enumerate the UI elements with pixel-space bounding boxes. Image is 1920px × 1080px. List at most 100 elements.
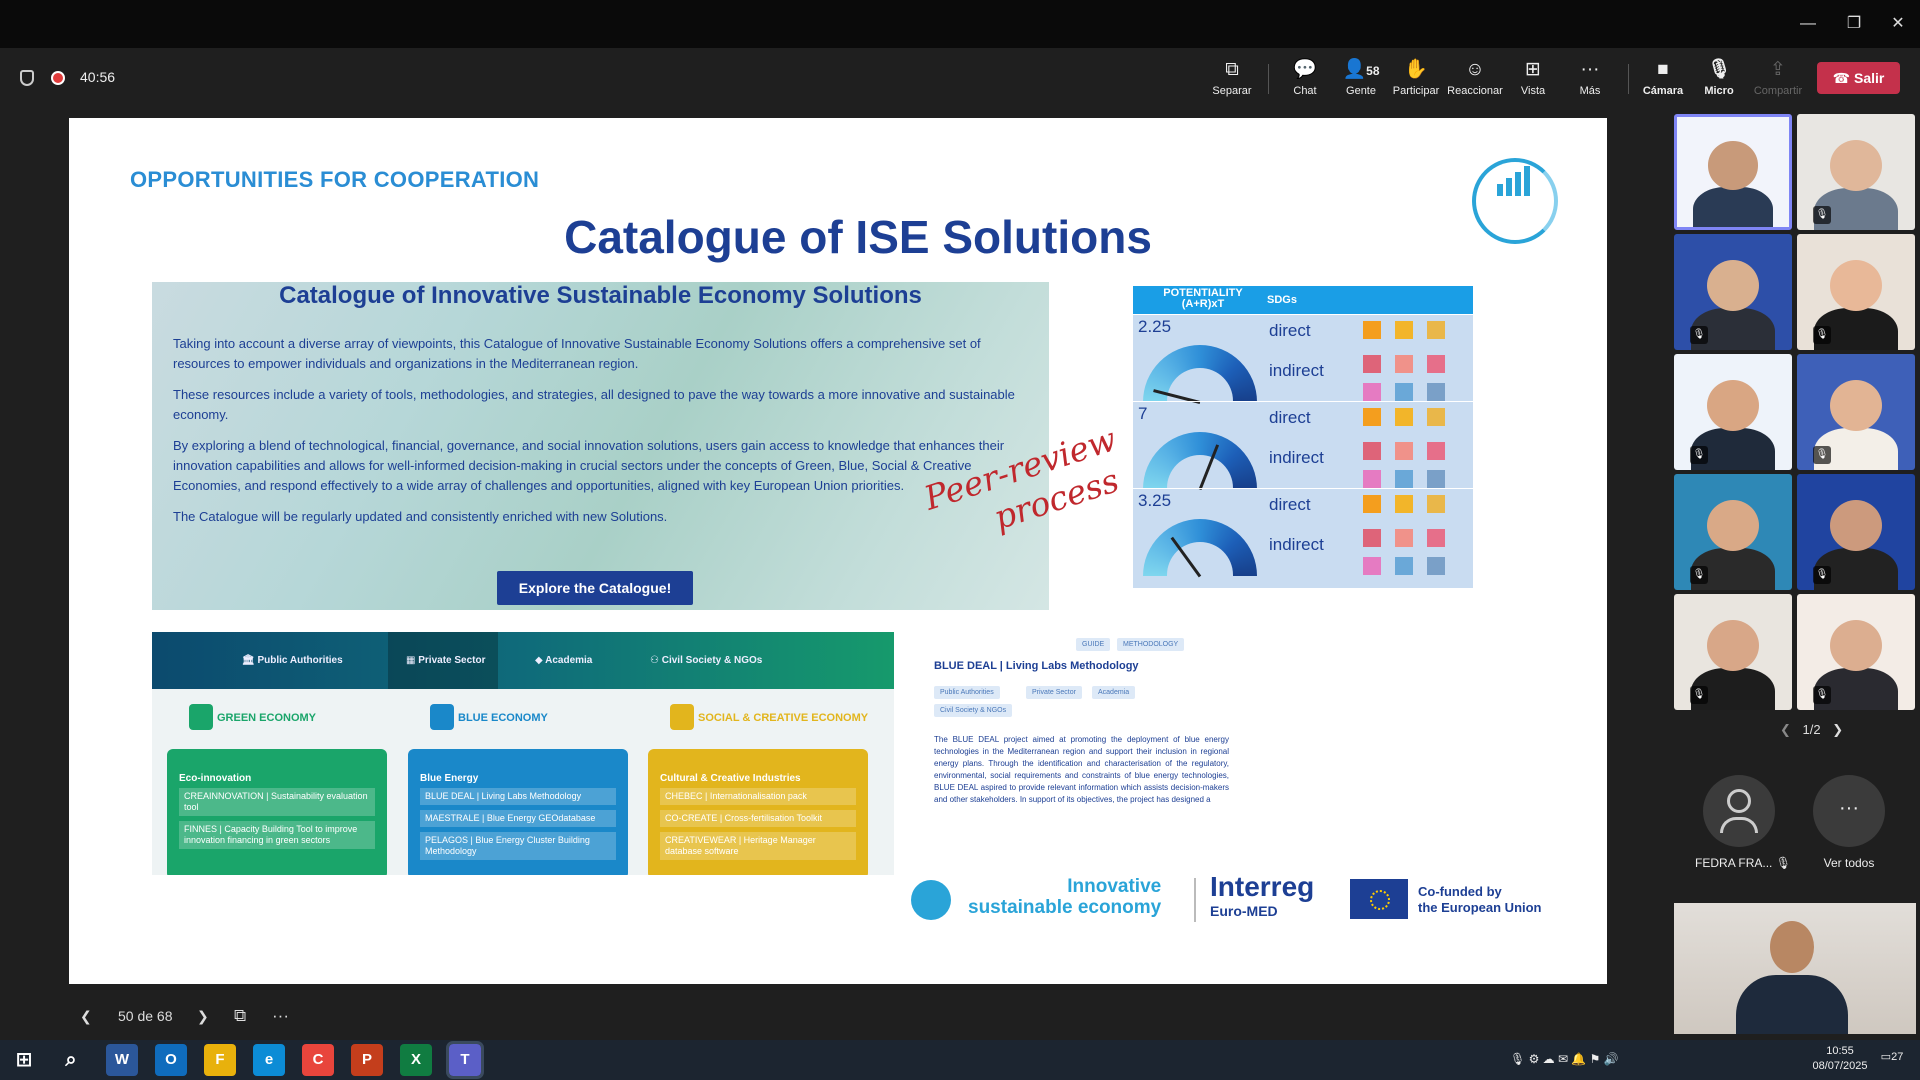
next-slide-button[interactable]: ❯: [197, 1004, 209, 1028]
economy-icon: [189, 704, 213, 730]
sdg-row: 2.25 direct indirect: [1133, 314, 1473, 404]
sdg-indirect-label: indirect: [1269, 361, 1324, 380]
sdg-indirect-label: indirect: [1269, 448, 1324, 467]
chat-button[interactable]: 💬 Chat: [1283, 58, 1327, 102]
tag-guide: GUIDE: [1076, 638, 1111, 651]
search-icon[interactable]: ⌕: [55, 1044, 87, 1076]
notifications-badge[interactable]: ▭27: [1877, 1050, 1907, 1065]
word-icon[interactable]: W: [106, 1044, 138, 1076]
react-button[interactable]: ☺ Reaccionar: [1447, 58, 1503, 102]
mic-button[interactable]: 🎙 Micro: [1696, 58, 1742, 102]
tag-civil-society: Civil Society & NGOs: [934, 704, 1013, 717]
tab-public-authorities: 🏛 Public Authorities: [242, 655, 343, 666]
see-all-button[interactable]: ···: [1813, 775, 1885, 847]
leave-button[interactable]: ☎ Salir: [1817, 62, 1900, 94]
potentiality-score: 2.25: [1138, 317, 1172, 336]
system-tray-icons[interactable]: 🎙 ⚙ ☁ ✉ 🔔 ⚑ 🔊: [1510, 1052, 1619, 1067]
outlook-icon[interactable]: O: [155, 1044, 187, 1076]
chevron-left-icon[interactable]: ❮: [1780, 722, 1791, 737]
slide-eyebrow: OPPORTUNITIES FOR COOPERATION: [130, 167, 540, 192]
eu-cofunded-text: Co-funded by the European Union: [1418, 884, 1542, 915]
restore-icon[interactable]: ❐: [1842, 12, 1866, 36]
ise-wordmark: Innovative sustainable economy: [968, 876, 1162, 918]
toolbar-divider: [1268, 64, 1269, 94]
separar-button[interactable]: ⧉ Separar: [1210, 58, 1254, 102]
tab-civil-society: ⚇ Civil Society & NGOs: [650, 655, 763, 666]
sdg-icon: [1363, 408, 1381, 426]
mic-off-icon: 🎙: [1813, 566, 1831, 584]
participant-tile[interactable]: 🎙: [1674, 234, 1792, 350]
explore-catalogue-button: Explore the Catalogue!: [497, 571, 693, 605]
edge-icon[interactable]: e: [253, 1044, 285, 1076]
participant-tile[interactable]: 🎙: [1797, 594, 1915, 710]
solution-item: MAESTRALE | Blue Energy GEOdatabase: [420, 810, 616, 827]
participant-tile[interactable]: 🎙: [1674, 474, 1792, 590]
slide-overview-button[interactable]: ⧉: [234, 1004, 246, 1028]
powerpoint-icon[interactable]: P: [351, 1044, 383, 1076]
economy-icon: [430, 704, 454, 730]
raise-hand-button[interactable]: ✋ Participar: [1390, 58, 1442, 102]
economy-card: Blue Energy BLUE DEAL | Living Labs Metho…: [408, 749, 628, 875]
sdg-table-header: POTENTIALITY (A+R)xT SDGs: [1133, 286, 1473, 314]
participant-tile[interactable]: 🎙: [1797, 234, 1915, 350]
share-button[interactable]: ⇪ Compartir: [1750, 58, 1806, 102]
minimize-icon[interactable]: —: [1796, 12, 1820, 36]
camera-icon: ■: [1657, 59, 1669, 80]
chevron-right-icon[interactable]: ❯: [1832, 722, 1843, 737]
sdgs-header: SDGs: [1267, 294, 1297, 306]
slides-grid-icon: ⧉: [234, 1006, 247, 1025]
solution-item: FINNES | Capacity Building Tool to impro…: [179, 821, 375, 849]
participant-tile[interactable]: 🎙: [1797, 354, 1915, 470]
slide-counter: 50 de 68: [118, 1008, 173, 1024]
file-explorer-icon[interactable]: F: [204, 1044, 236, 1076]
teams-icon[interactable]: T: [446, 1041, 484, 1079]
participant-tile[interactable]: 🎙: [1797, 114, 1915, 230]
phone-hangup-icon: ☎: [1832, 70, 1851, 86]
shield-icon: [20, 70, 34, 86]
interreg-wordmark: Interreg: [1210, 871, 1315, 902]
participant-tile[interactable]: [1674, 114, 1792, 230]
blue-deal-preview: GUIDE METHODOLOGY BLUE DEAL | Living Lab…: [934, 628, 1234, 828]
windows-start-icon[interactable]: ⊞: [8, 1044, 40, 1076]
sdg-icon: [1427, 470, 1445, 488]
economy-title: BLUE ECONOMY: [458, 712, 548, 724]
mic-off-icon: 🎙: [1813, 686, 1831, 704]
tag-private-sector: Private Sector: [1026, 686, 1082, 699]
chrome-icon[interactable]: C: [302, 1044, 334, 1076]
sdg-icon: [1363, 470, 1381, 488]
view-button[interactable]: ⊞ Vista: [1511, 58, 1555, 102]
camera-button[interactable]: ■ Cámara: [1640, 58, 1686, 102]
participant-tile[interactable]: 🎙: [1674, 594, 1792, 710]
participant-tile[interactable]: 🎙: [1797, 474, 1915, 590]
sdg-icon: [1395, 470, 1413, 488]
sdg-icon: [1395, 442, 1413, 460]
mic-off-icon: 🎙: [1690, 446, 1708, 464]
participant-name: FEDRA FRA... 🎙: [1695, 856, 1791, 870]
close-icon[interactable]: ✕: [1886, 12, 1910, 36]
solution-item: CHEBEC | Internationalisation pack: [660, 788, 856, 805]
sdg-direct-label: direct: [1269, 408, 1311, 427]
participant-tile[interactable]: 🎙: [1674, 354, 1792, 470]
participant-avatar[interactable]: [1703, 775, 1775, 847]
sdg-icon: [1427, 321, 1445, 339]
sdg-icon: [1363, 355, 1381, 373]
people-button[interactable]: 👤58 Gente: [1336, 58, 1386, 102]
taskbar-clock[interactable]: 10:55 08/07/2025: [1810, 1044, 1870, 1074]
ise-footer-logo-icon: [911, 880, 951, 920]
tag-public-authorities: Public Authorities: [934, 686, 1000, 699]
people-group-icon: ⚇: [650, 655, 662, 666]
tag-methodology: METHODOLOGY: [1117, 638, 1185, 651]
catalogue-paragraph: The Catalogue will be regularly updated …: [173, 509, 668, 524]
slide-more-button[interactable]: ···: [272, 1004, 289, 1028]
more-button[interactable]: ··· Más: [1568, 58, 1612, 102]
sdg-icon: [1395, 383, 1413, 401]
chat-icon: 💬: [1293, 59, 1317, 80]
sdg-icon: [1363, 383, 1381, 401]
presented-slide: OPPORTUNITIES FOR COOPERATION Catalogue …: [69, 118, 1607, 984]
sdg-icon: [1395, 408, 1413, 426]
prev-slide-button[interactable]: ❮: [80, 1004, 92, 1028]
solution-item: CO-CREATE | Cross-fertilisation Toolkit: [660, 810, 856, 827]
sdg-table: POTENTIALITY (A+R)xT SDGs 2.25 direct indi…: [1133, 286, 1473, 588]
chevron-right-icon: ❯: [197, 1008, 209, 1024]
excel-icon[interactable]: X: [400, 1044, 432, 1076]
